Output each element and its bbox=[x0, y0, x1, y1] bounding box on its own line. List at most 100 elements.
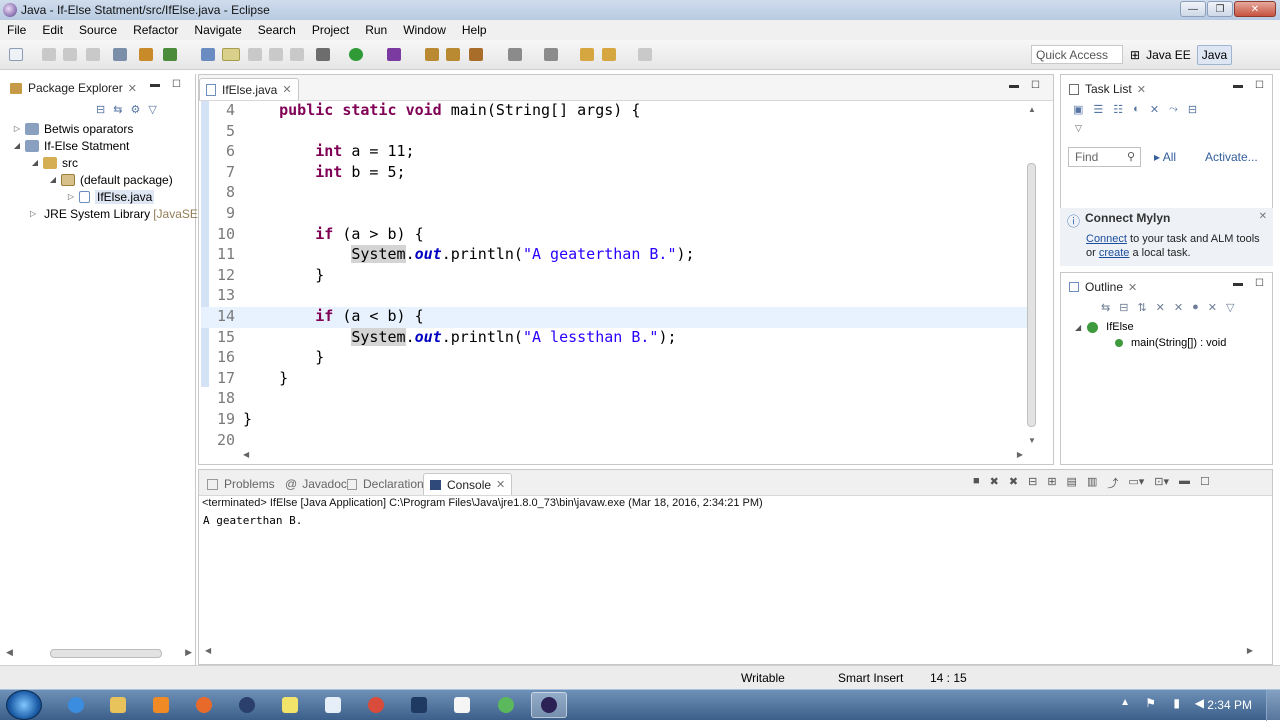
perspective-java-ee[interactable]: Java EE bbox=[1146, 48, 1191, 62]
tab-package-explorer[interactable]: Package Explorer ✕ bbox=[4, 77, 143, 99]
chrome-icon[interactable] bbox=[358, 692, 394, 718]
hide-non-public-icon[interactable]: ● bbox=[1192, 301, 1199, 314]
code-line[interactable]: 20 bbox=[201, 431, 1031, 452]
save-all-icon[interactable] bbox=[63, 48, 77, 61]
menu-run[interactable]: Run bbox=[365, 23, 387, 37]
hide-local-types-icon[interactable]: ✕ bbox=[1208, 301, 1217, 314]
categorize-icon[interactable]: ☰ bbox=[1093, 103, 1103, 116]
code-line[interactable]: 6 int a = 11; bbox=[201, 142, 1031, 163]
minimize-view-icon[interactable]: ▬ bbox=[1233, 278, 1243, 289]
menu-navigate[interactable]: Navigate bbox=[194, 23, 241, 37]
run-icon[interactable] bbox=[349, 48, 363, 61]
code-line[interactable]: 12 } bbox=[201, 266, 1031, 287]
code-line[interactable]: 14 if (a < b) { bbox=[201, 307, 1031, 328]
close-icon[interactable]: ✕ bbox=[1128, 281, 1137, 294]
firefox-icon[interactable] bbox=[186, 692, 222, 718]
outline-class-item[interactable]: ◢ IfElse bbox=[1075, 321, 1134, 333]
tab-ifelse-java[interactable]: IfElse.java ✕ bbox=[199, 78, 299, 100]
whitespace-icon[interactable] bbox=[290, 48, 304, 61]
scroll-lock-icon[interactable]: ⊞ bbox=[1047, 475, 1056, 491]
code-area[interactable]: 4 public static void main(String[] args)… bbox=[201, 101, 1031, 449]
code-line[interactable]: 9 bbox=[201, 204, 1031, 225]
close-icon[interactable]: ✕ bbox=[1259, 211, 1267, 222]
eclipse-taskbar-icon[interactable] bbox=[531, 692, 567, 718]
collapse-icon[interactable]: ◢ bbox=[12, 141, 22, 150]
block-icon[interactable] bbox=[248, 48, 262, 61]
app-icon[interactable] bbox=[229, 692, 265, 718]
expand-icon[interactable]: ▷ bbox=[66, 192, 76, 201]
maximize-view-icon[interactable]: ☐ bbox=[1255, 278, 1264, 289]
tab-problems[interactable]: Problems bbox=[201, 473, 281, 495]
all-link[interactable]: ▸ All bbox=[1154, 150, 1176, 164]
code-line[interactable]: 7 int b = 5; bbox=[201, 163, 1031, 184]
show-on-output-icon[interactable]: ▥ bbox=[1087, 475, 1097, 491]
maximize-view-icon[interactable]: ☐ bbox=[1255, 80, 1264, 91]
collapse-icon[interactable]: ◢ bbox=[30, 158, 40, 167]
tree-item-default-package[interactable]: ◢ (default package) bbox=[0, 171, 195, 188]
tree-item-ifelse-java[interactable]: ▷ IfElse.java bbox=[0, 188, 195, 205]
outline-method-item[interactable]: main(String[]) : void bbox=[1115, 337, 1226, 349]
sync-icon[interactable]: ⇆ bbox=[1101, 301, 1110, 314]
back-icon[interactable] bbox=[602, 48, 616, 61]
hide-static-icon[interactable]: ✕ bbox=[1174, 301, 1183, 314]
menu-help[interactable]: Help bbox=[462, 23, 487, 37]
flag-icon[interactable]: ⚑ bbox=[1145, 696, 1156, 710]
upwork-icon[interactable] bbox=[488, 692, 524, 718]
new-task-icon[interactable]: ▣ bbox=[1073, 103, 1083, 116]
save-icon[interactable] bbox=[42, 48, 56, 61]
tool-icon[interactable] bbox=[444, 692, 480, 718]
hide-completed-icon[interactable]: ◐ bbox=[1133, 103, 1140, 116]
quick-access-input[interactable]: Quick Access bbox=[1031, 45, 1123, 64]
console-hscroll[interactable]: ◀ ▶ bbox=[205, 646, 1253, 658]
clock[interactable]: 2:34 PM bbox=[1207, 698, 1252, 712]
open-console-icon[interactable]: ⊡▾ bbox=[1154, 475, 1169, 491]
word-wrap-icon[interactable]: ▤ bbox=[1067, 475, 1077, 491]
toggle-mark-icon[interactable] bbox=[222, 48, 240, 61]
collapse-all-icon[interactable]: ✕ bbox=[1150, 103, 1159, 116]
new-class-icon[interactable] bbox=[446, 48, 460, 61]
code-line[interactable]: 18 bbox=[201, 389, 1031, 410]
open-perspective-icon[interactable]: ⊞ bbox=[1130, 48, 1140, 62]
tray-expand-icon[interactable]: ▲ bbox=[1120, 697, 1130, 708]
remove-all-icon[interactable]: ✖ bbox=[1009, 475, 1018, 491]
expand-icon[interactable]: ▷ bbox=[30, 209, 36, 218]
minimize-view-icon[interactable]: ▬ bbox=[1009, 80, 1019, 91]
editor-hscroll[interactable]: ◀ ▶ bbox=[243, 450, 1023, 462]
sync-icon[interactable]: ⤳ bbox=[1169, 103, 1178, 116]
close-icon[interactable]: ✕ bbox=[282, 83, 291, 96]
editor-vscroll[interactable]: ▲ ▼ bbox=[1025, 105, 1039, 445]
view-menu-icon[interactable]: ▽ bbox=[1075, 123, 1082, 134]
link-editor-icon[interactable]: ⇆ bbox=[113, 103, 122, 116]
prev-annotation-icon[interactable] bbox=[544, 48, 558, 61]
tab-task-list[interactable]: Task List ✕ bbox=[1063, 78, 1152, 100]
view-menu-icon[interactable]: ▽ bbox=[148, 103, 156, 116]
menu-project[interactable]: Project bbox=[312, 23, 349, 37]
maximize-view-icon[interactable]: ☐ bbox=[1200, 475, 1210, 491]
tree-item-jre[interactable]: ▷ JRE System Library [JavaSE bbox=[0, 205, 198, 222]
tab-console[interactable]: Console ✕ bbox=[423, 473, 513, 495]
notepad-icon[interactable] bbox=[272, 692, 308, 718]
close-icon[interactable]: ✕ bbox=[128, 82, 137, 95]
remove-launch-icon[interactable]: ✖ bbox=[990, 475, 999, 491]
next-annotation-icon[interactable] bbox=[508, 48, 522, 61]
code-line[interactable]: 11 System.out.println("A geaterthan B.")… bbox=[201, 245, 1031, 266]
maximize-view-icon[interactable]: ☐ bbox=[1031, 80, 1040, 91]
focus-icon[interactable]: ⚙ bbox=[130, 103, 140, 116]
code-line[interactable]: 17 } bbox=[201, 369, 1031, 390]
code-line[interactable]: 8 bbox=[201, 183, 1031, 204]
debug-icon[interactable] bbox=[316, 48, 330, 61]
filter-icon[interactable]: ⊟ bbox=[1188, 103, 1197, 116]
network-icon[interactable]: ▮ bbox=[1173, 696, 1180, 710]
maximize-view-icon[interactable]: ☐ bbox=[172, 79, 181, 90]
console-output[interactable]: A geaterthan B. bbox=[203, 514, 302, 527]
open-task-icon[interactable] bbox=[469, 48, 483, 61]
package-explorer-hscroll[interactable]: ◀ ▶ bbox=[6, 647, 192, 660]
create-link[interactable]: create bbox=[1099, 247, 1130, 259]
last-edit-icon[interactable] bbox=[580, 48, 594, 61]
print-icon[interactable] bbox=[86, 48, 100, 61]
mark-icon[interactable] bbox=[201, 48, 215, 61]
code-line[interactable]: 13 bbox=[201, 286, 1031, 307]
view-menu-icon[interactable]: ▽ bbox=[1226, 301, 1234, 314]
forward-icon[interactable] bbox=[638, 48, 652, 61]
close-button[interactable]: ✕ bbox=[1234, 1, 1276, 17]
